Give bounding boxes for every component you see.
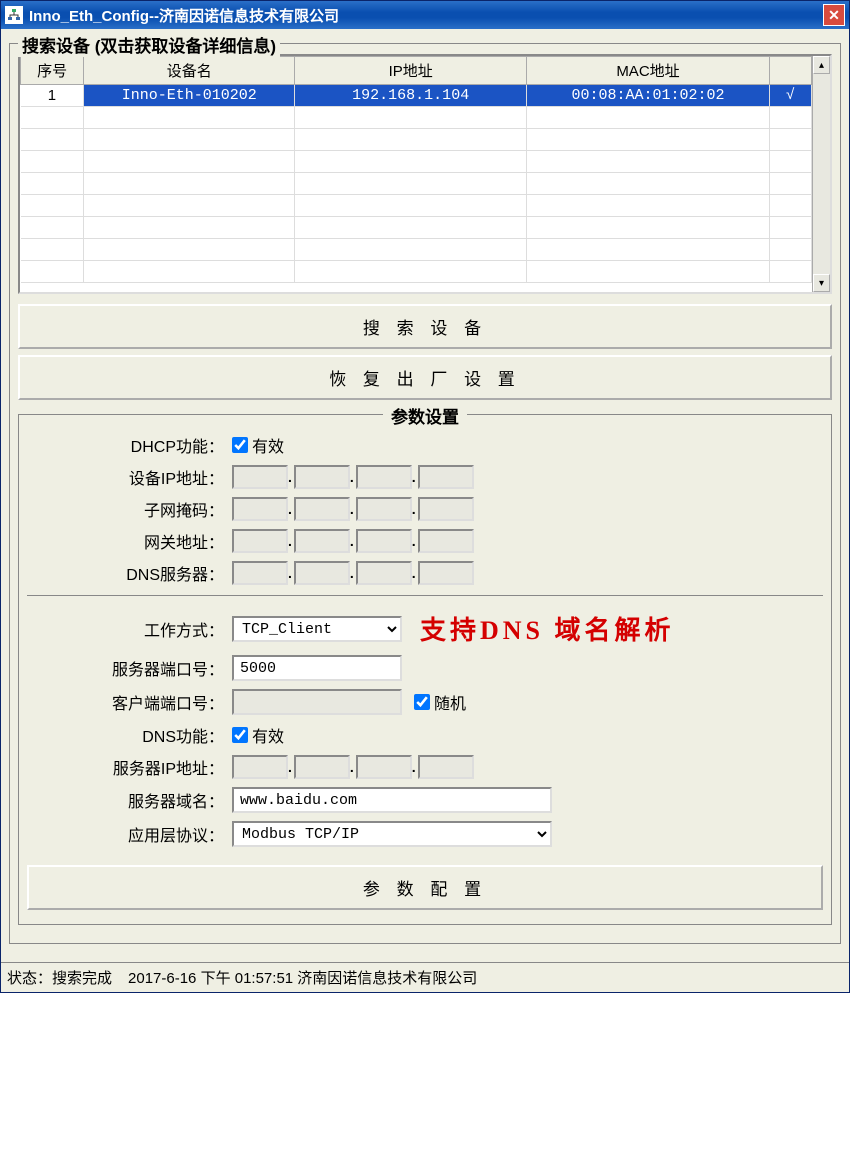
dhcp-label: DHCP功能：	[27, 433, 232, 457]
server-ip-label: 服务器IP地址：	[27, 755, 232, 779]
dns-1[interactable]	[232, 561, 288, 585]
close-button[interactable]: ✕	[823, 4, 845, 26]
dns-3[interactable]	[356, 561, 412, 585]
scroll-track[interactable]	[813, 74, 830, 274]
app-proto-select[interactable]: Modbus TCP/IP	[232, 821, 552, 847]
params-group-title: 参数设置	[383, 403, 467, 428]
device-table-wrap: 序号 设备名 IP地址 MAC地址 1 Inno-Eth-010202	[18, 54, 832, 294]
table-scrollbar[interactable]: ▴ ▾	[812, 56, 830, 292]
server-ip-2[interactable]	[294, 755, 350, 779]
status-time: 2017-6-16 下午 01:57:51 济南因诺信息技术有限公司	[128, 967, 477, 988]
cell-ip: 192.168.1.104	[295, 85, 527, 107]
app-icon	[5, 6, 23, 24]
client-port-label: 客户端端口号：	[27, 690, 232, 714]
client-port-input[interactable]	[232, 689, 402, 715]
dhcp-checkbox[interactable]	[232, 437, 248, 453]
device-ip-1[interactable]	[232, 465, 288, 489]
divider	[27, 595, 823, 596]
apply-params-button[interactable]: 参 数 配 置	[27, 865, 823, 910]
cell-name: Inno-Eth-010202	[84, 85, 295, 107]
server-ip-3[interactable]	[356, 755, 412, 779]
app-proto-label: 应用层协议：	[27, 822, 232, 846]
scroll-up-button[interactable]: ▴	[813, 56, 830, 74]
gateway-3[interactable]	[356, 529, 412, 553]
status-state: 状态：搜索完成	[7, 967, 112, 988]
search-group-title: 搜索设备 (双击获取设备详细信息)	[18, 32, 280, 57]
table-row[interactable]: 1 Inno-Eth-010202 192.168.1.104 00:08:AA…	[21, 85, 812, 107]
gateway-1[interactable]	[232, 529, 288, 553]
cell-check: √	[769, 85, 811, 107]
close-icon: ✕	[828, 7, 840, 24]
device-ip-2[interactable]	[294, 465, 350, 489]
client-area: 搜索设备 (双击获取设备详细信息) 序号 设备名 IP地址 MAC地址	[1, 29, 849, 962]
arrow-up-icon: ▴	[819, 60, 824, 71]
titlebar: Inno_Eth_Config--济南因诺信息技术有限公司 ✕	[1, 1, 849, 29]
device-table[interactable]: 序号 设备名 IP地址 MAC地址 1 Inno-Eth-010202	[20, 56, 812, 283]
col-header-ip[interactable]: IP地址	[295, 57, 527, 85]
client-port-random-checkbox[interactable]	[414, 694, 430, 710]
server-ip-1[interactable]	[232, 755, 288, 779]
cell-mac: 00:08:AA:01:02:02	[527, 85, 770, 107]
gateway-4[interactable]	[418, 529, 474, 553]
dns-func-checkbox[interactable]	[232, 727, 248, 743]
dns-server-label: DNS服务器：	[27, 561, 232, 585]
work-mode-select[interactable]: TCP_Client	[232, 616, 402, 642]
window-title: Inno_Eth_Config--济南因诺信息技术有限公司	[29, 5, 823, 26]
dns-4[interactable]	[418, 561, 474, 585]
subnet-label: 子网掩码：	[27, 497, 232, 521]
server-port-label: 服务器端口号：	[27, 656, 232, 680]
search-group: 搜索设备 (双击获取设备详细信息) 序号 设备名 IP地址 MAC地址	[9, 43, 841, 944]
server-ip-4[interactable]	[418, 755, 474, 779]
col-header-mac[interactable]: MAC地址	[527, 57, 770, 85]
device-ip-4[interactable]	[418, 465, 474, 489]
dhcp-valid-label: 有效	[252, 433, 284, 457]
app-window: Inno_Eth_Config--济南因诺信息技术有限公司 ✕ 搜索设备 (双击…	[0, 0, 850, 993]
scroll-down-button[interactable]: ▾	[813, 274, 830, 292]
dns-func-label: DNS功能：	[27, 723, 232, 747]
dns-support-note: 支持DNS 域名解析	[420, 610, 675, 647]
dns-func-valid-label: 有效	[252, 723, 284, 747]
client-port-random-label: 随机	[434, 690, 466, 714]
arrow-down-icon: ▾	[819, 278, 824, 289]
gateway-2[interactable]	[294, 529, 350, 553]
col-header-check[interactable]	[769, 57, 811, 85]
dns-2[interactable]	[294, 561, 350, 585]
server-domain-label: 服务器域名：	[27, 788, 232, 812]
server-domain-input[interactable]	[232, 787, 552, 813]
subnet-3[interactable]	[356, 497, 412, 521]
cell-num: 1	[21, 85, 84, 107]
device-ip-label: 设备IP地址：	[27, 465, 232, 489]
gateway-label: 网关地址：	[27, 529, 232, 553]
params-group: 参数设置 DHCP功能： 有效 设备IP地址： . . . 子网掩码： . .	[18, 414, 832, 925]
server-port-input[interactable]	[232, 655, 402, 681]
device-ip-3[interactable]	[356, 465, 412, 489]
search-devices-button[interactable]: 搜 索 设 备	[18, 304, 832, 349]
factory-reset-button[interactable]: 恢 复 出 厂 设 置	[18, 355, 832, 400]
status-bar: 状态：搜索完成 2017-6-16 下午 01:57:51 济南因诺信息技术有限…	[1, 962, 849, 992]
work-mode-label: 工作方式：	[27, 617, 232, 641]
subnet-1[interactable]	[232, 497, 288, 521]
col-header-num[interactable]: 序号	[21, 57, 84, 85]
col-header-name[interactable]: 设备名	[84, 57, 295, 85]
subnet-4[interactable]	[418, 497, 474, 521]
subnet-2[interactable]	[294, 497, 350, 521]
